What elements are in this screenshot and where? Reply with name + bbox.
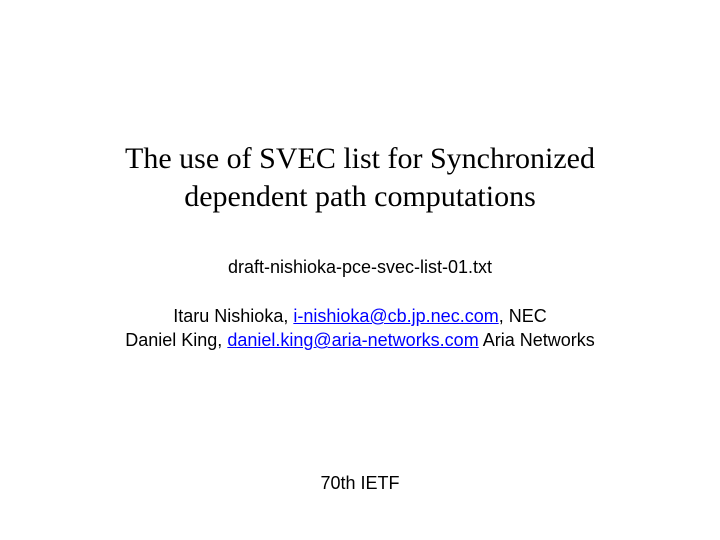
title-block: The use of SVEC list for Synchronized de… xyxy=(50,140,670,215)
slide-title: The use of SVEC list for Synchronized de… xyxy=(50,140,670,215)
authors-block: Itaru Nishioka, i-nishioka@cb.jp.nec.com… xyxy=(50,304,670,353)
draft-id: draft-nishioka-pce-svec-list-01.txt xyxy=(50,257,670,278)
author-line-1: Itaru Nishioka, i-nishioka@cb.jp.nec.com… xyxy=(50,304,670,328)
slide: The use of SVEC list for Synchronized de… xyxy=(0,0,720,540)
author-2-affiliation: Aria Networks xyxy=(479,330,595,350)
author-1-affiliation: , NEC xyxy=(499,306,547,326)
footer-text: 70th IETF xyxy=(320,473,399,493)
author-2-name: Daniel King, xyxy=(125,330,227,350)
title-line-1: The use of SVEC list for Synchronized xyxy=(125,142,595,175)
author-1-name: Itaru Nishioka, xyxy=(173,306,293,326)
author-1-email-link[interactable]: i-nishioka@cb.jp.nec.com xyxy=(293,306,498,326)
subtitle-block: draft-nishioka-pce-svec-list-01.txt xyxy=(50,257,670,278)
author-2-email-link[interactable]: daniel.king@aria-networks.com xyxy=(227,330,478,350)
title-line-2: dependent path computations xyxy=(184,180,536,213)
footer: 70th IETF xyxy=(0,473,720,494)
author-line-2: Daniel King, daniel.king@aria-networks.c… xyxy=(50,328,670,352)
